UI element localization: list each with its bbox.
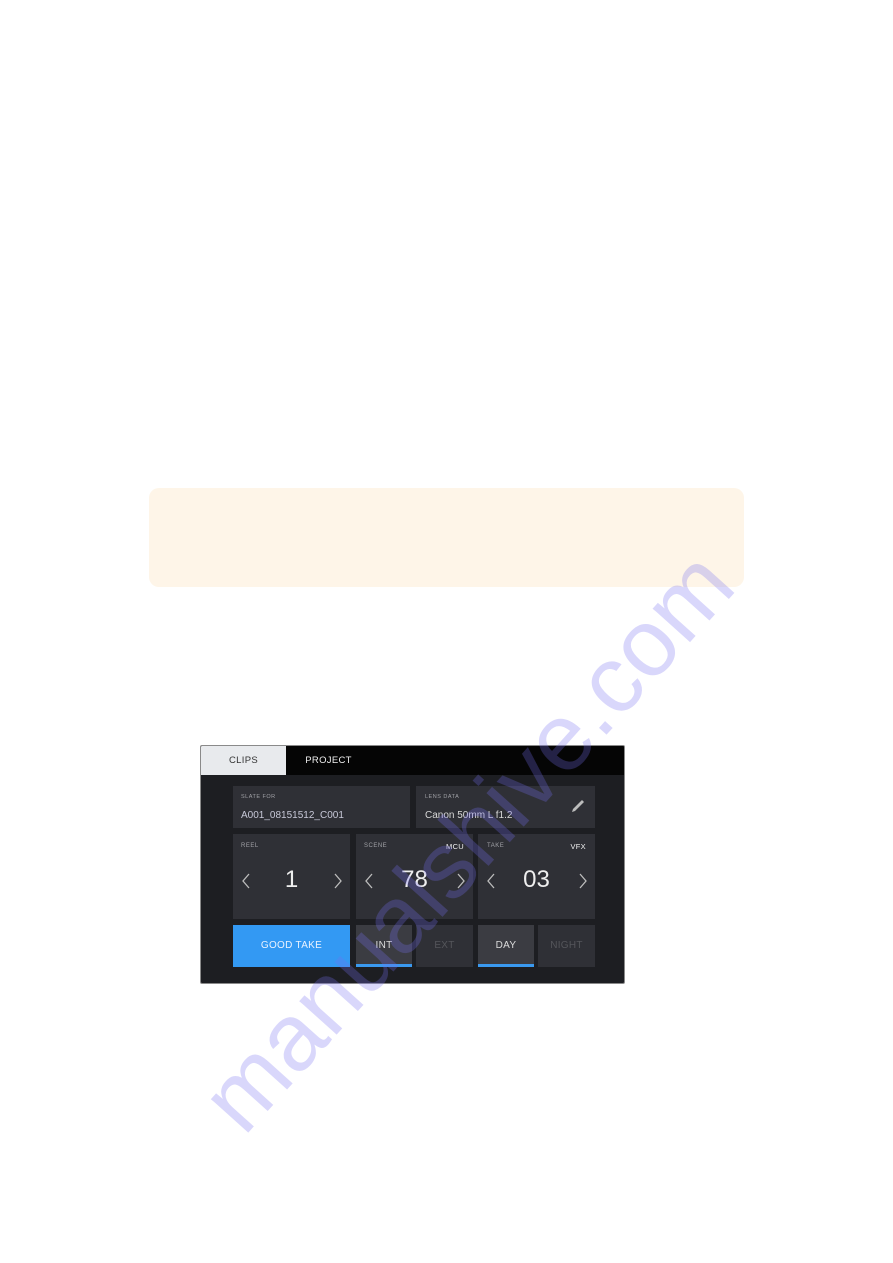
pencil-icon[interactable] xyxy=(570,798,586,814)
slate-for-field[interactable]: SLATE FOR A001_08151512_C001 xyxy=(233,786,410,828)
tab-project[interactable]: PROJECT xyxy=(286,746,371,775)
slate-panel: CLIPS PROJECT SLATE FOR A001_08151512_C0… xyxy=(200,745,625,984)
day-label: DAY xyxy=(495,940,517,951)
scene-increment-chevron-right-icon[interactable] xyxy=(455,872,467,890)
lens-data-label: LENS DATA xyxy=(425,794,460,800)
tab-bar: CLIPS PROJECT xyxy=(201,746,624,775)
slate-for-value: A001_08151512_C001 xyxy=(241,810,344,821)
good-take-button[interactable]: GOOD TAKE xyxy=(233,925,350,967)
int-selected-indicator xyxy=(356,964,412,967)
int-label: INT xyxy=(375,940,393,951)
reel-increment-chevron-right-icon[interactable] xyxy=(332,872,344,890)
take-field: TAKE VFX 03 xyxy=(478,834,595,919)
scene-label: SCENE xyxy=(364,843,388,849)
ext-button[interactable]: EXT xyxy=(416,925,473,967)
int-button[interactable]: INT xyxy=(356,925,412,967)
take-label: TAKE xyxy=(487,843,505,849)
scene-field: SCENE MCU 78 xyxy=(356,834,473,919)
reel-field: REEL 1 xyxy=(233,834,350,919)
lens-data-value: Canon 50mm L f1.2 xyxy=(425,810,513,821)
scene-tag[interactable]: MCU xyxy=(446,842,464,851)
note-box xyxy=(149,488,744,587)
night-button[interactable]: NIGHT xyxy=(538,925,595,967)
take-tag[interactable]: VFX xyxy=(571,842,587,851)
lens-data-field[interactable]: LENS DATA Canon 50mm L f1.2 xyxy=(416,786,595,828)
slate-for-label: SLATE FOR xyxy=(241,794,276,800)
take-increment-chevron-right-icon[interactable] xyxy=(577,872,589,890)
day-button[interactable]: DAY xyxy=(478,925,534,967)
reel-label: REEL xyxy=(241,843,259,849)
tab-clips[interactable]: CLIPS xyxy=(201,746,286,775)
day-selected-indicator xyxy=(478,964,534,967)
